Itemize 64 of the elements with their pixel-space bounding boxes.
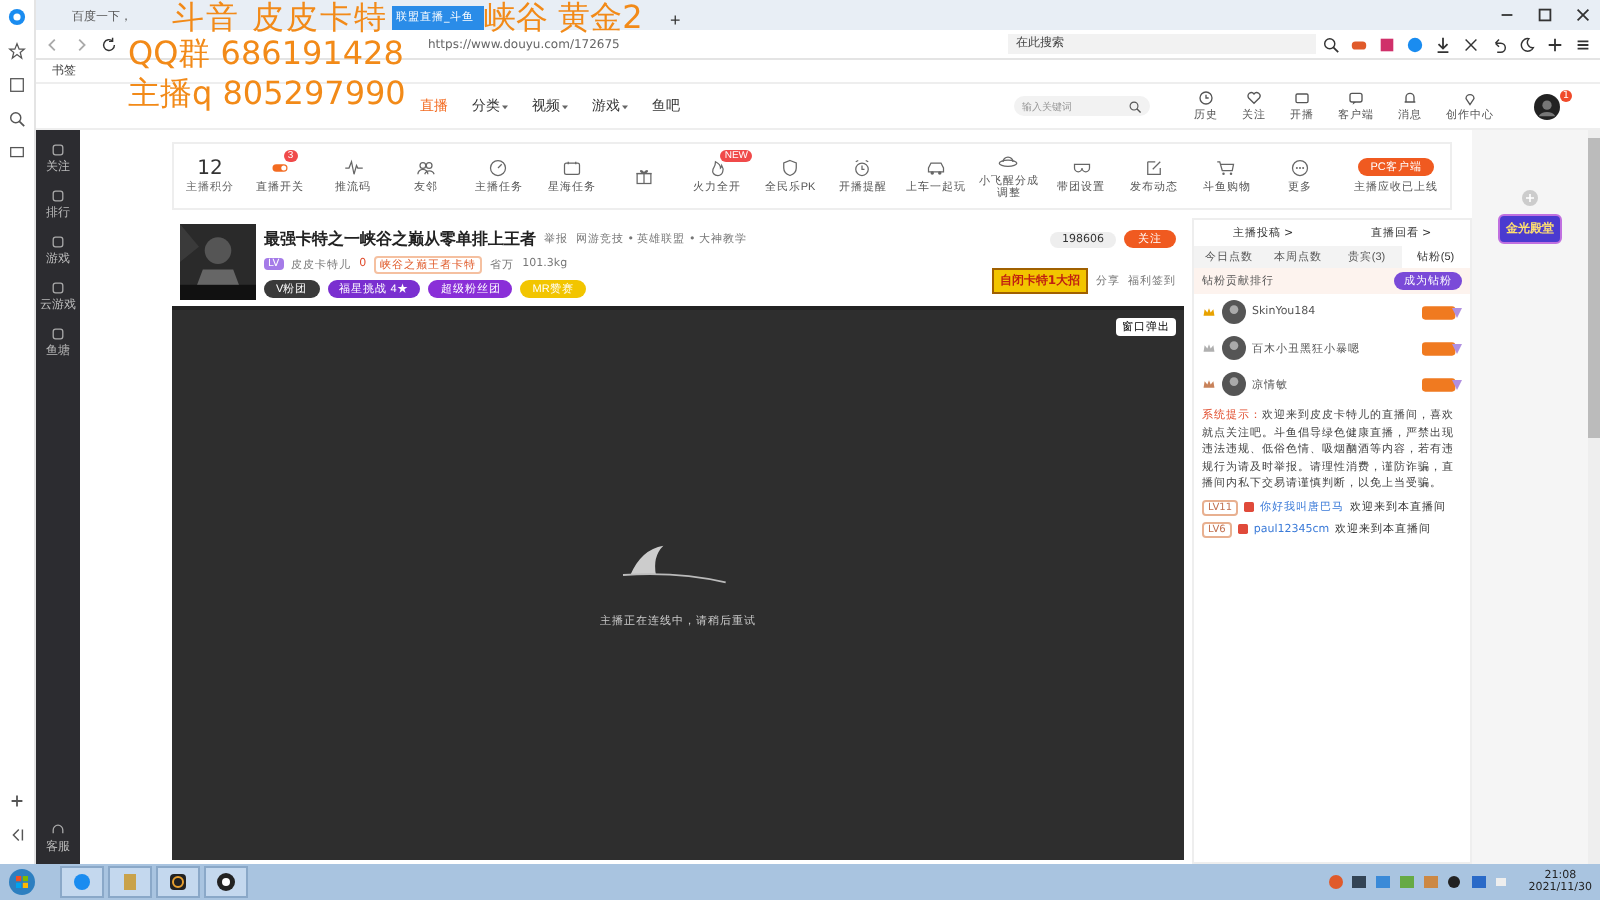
overlay-text: 斗音 皮皮卡特 [172,0,389,34]
avatar-icon[interactable] [1534,93,1560,119]
scrollbar-thumb[interactable] [1588,138,1600,438]
app-icon [216,872,236,892]
overlay-text: 峡谷 黄金2 [484,0,643,34]
moon-icon[interactable] [1518,35,1536,53]
pin-icon [1462,90,1478,106]
gauge-icon [488,157,509,178]
app-icon [120,872,140,892]
stream-title: 最强卡特之一峡谷之巅从零单排上王者 [264,227,536,249]
score-value: 12 [197,158,223,180]
undo-icon[interactable] [1490,35,1508,53]
sidebar-icon [50,280,66,296]
gift-icon [634,166,655,186]
menu-icon[interactable] [1574,35,1592,53]
download-icon[interactable] [1434,35,1452,53]
search-icon[interactable] [1128,99,1142,113]
more-icon [1289,157,1310,178]
flame-icon [707,157,728,178]
avatar-icon [1222,336,1246,360]
cart-icon [1216,157,1237,178]
avatar-icon [1222,372,1246,396]
clock-icon [1198,90,1214,106]
alarm-clock-icon [852,157,873,178]
new-tab-button[interactable]: + [664,10,687,30]
book-icon[interactable] [8,76,26,94]
shield-icon [780,157,801,178]
people-icon [416,157,437,178]
edit-icon [1144,157,1165,178]
sidebar-icon [50,188,66,204]
browser-logo-icon[interactable] [8,8,26,26]
heart-icon [1246,90,1262,106]
star-icon[interactable] [8,42,26,60]
screen-icon [1294,90,1310,106]
caret-icon [502,103,508,109]
scissors-icon[interactable] [1462,35,1480,53]
headset-icon [50,822,66,838]
search-icon[interactable] [8,110,26,128]
search-icon[interactable] [1322,35,1340,53]
overlay-text: QQ群 686191428 [128,36,404,70]
start-button[interactable] [8,868,36,896]
taskbar-button[interactable] [204,866,248,898]
reload-icon[interactable] [100,35,118,53]
tray-icons-drawing[interactable] [1328,874,1509,890]
waveform-icon [343,157,364,178]
overlay-text: 主播q 805297990 [128,76,406,110]
sidebar-icon [50,326,66,342]
app-icon [72,872,92,892]
caret-icon [562,103,568,109]
collapse-icon[interactable] [8,826,26,844]
avatar-icon [1222,300,1246,324]
bell-icon [1402,90,1418,106]
caret-icon [622,103,628,109]
ufo-icon [998,151,1019,171]
app-icon [168,872,188,892]
calendar-icon [561,157,582,178]
add-icon[interactable] [8,792,26,810]
close-icon[interactable] [1574,6,1592,24]
maximize-icon[interactable] [1536,6,1554,24]
taskbar-button[interactable] [156,866,200,898]
sidebar-icon [50,234,66,250]
sidebar-icon [50,142,66,158]
car-icon [925,157,946,178]
add-icon[interactable] [1546,35,1564,53]
